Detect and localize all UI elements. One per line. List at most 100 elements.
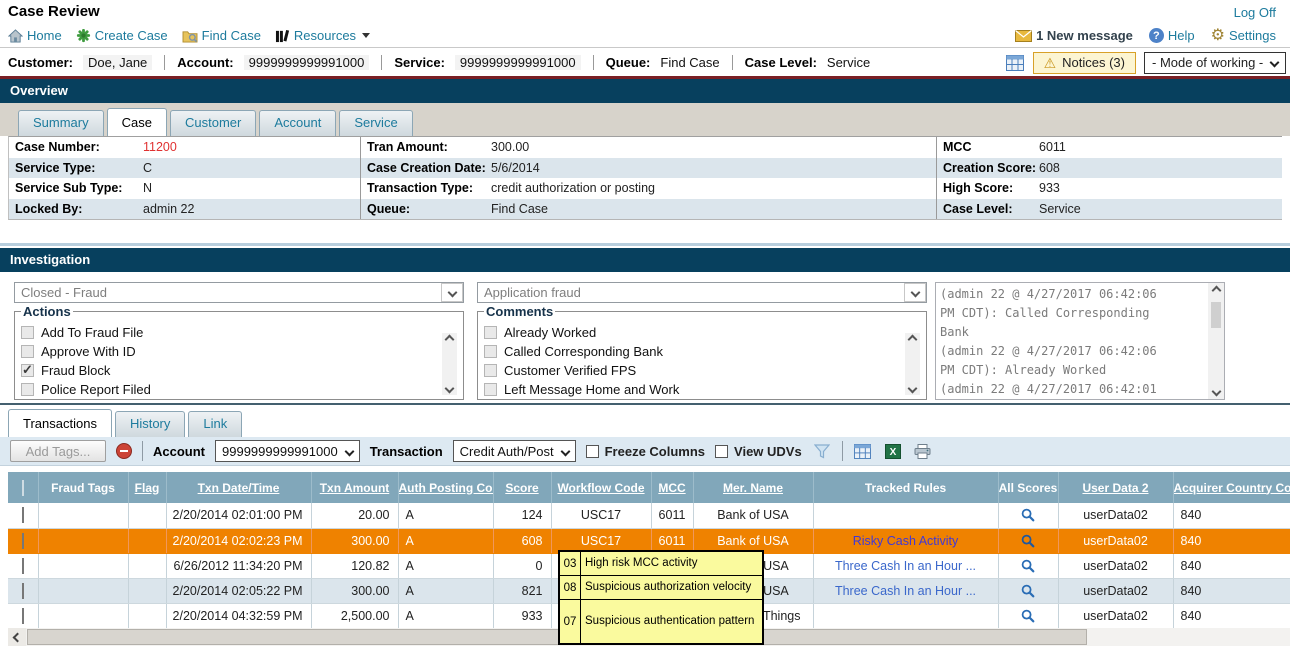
score-cell: 933 <box>493 603 551 628</box>
row-checkbox[interactable] <box>22 533 24 549</box>
magnifier-icon[interactable] <box>1018 606 1038 626</box>
action-item[interactable]: Add To Fraud File <box>21 323 463 342</box>
field-value: 300.00 <box>491 140 529 154</box>
col-acquirer-country-code[interactable]: Acquirer Country Code <box>1173 472 1290 503</box>
nav-find-case[interactable]: Find Case <box>182 28 261 43</box>
remove-tag-icon[interactable] <box>116 443 132 459</box>
scrollbar-thumb[interactable] <box>1211 302 1221 328</box>
magnifier-icon[interactable] <box>1018 581 1038 601</box>
txn-amount-cell: 2,500.00 <box>311 603 398 628</box>
tab-summary[interactable]: Summary <box>18 110 104 136</box>
scrollbar-thumb[interactable] <box>27 629 1087 645</box>
select-all-checkbox[interactable] <box>22 480 24 496</box>
filter-icon[interactable] <box>812 441 832 461</box>
scroll-down-icon[interactable] <box>1211 387 1221 397</box>
tab-account[interactable]: Account <box>259 110 336 136</box>
chevron-down-icon <box>910 288 920 298</box>
tab-link[interactable]: Link <box>188 411 242 437</box>
row-checkbox[interactable] <box>22 507 24 523</box>
txn-date-cell: 2/20/2014 04:32:59 PM <box>166 603 311 628</box>
tab-customer[interactable]: Customer <box>170 110 256 136</box>
tracked-rule-link[interactable]: Three Cash In an Hour ... <box>835 559 976 573</box>
checkbox[interactable] <box>586 445 599 458</box>
export-excel-icon[interactable]: X <box>883 441 903 461</box>
comment-item[interactable]: Called Corresponding Bank <box>484 342 926 361</box>
col-workflow-code[interactable]: Workflow Code <box>551 472 651 503</box>
checkbox[interactable] <box>484 364 497 377</box>
grid-panel-icon[interactable] <box>1005 53 1025 73</box>
action-item[interactable]: Approve With ID <box>21 342 463 361</box>
notices-button[interactable]: ⚠ Notices (3) <box>1033 52 1136 74</box>
checkbox[interactable] <box>484 345 497 358</box>
col-txn-date[interactable]: Txn Date/Time <box>166 472 311 503</box>
checkbox[interactable] <box>21 326 34 339</box>
row-checkbox[interactable] <box>22 583 24 599</box>
notes-text[interactable]: (admin 22 @ 4/27/2017 06:42:06 PM CDT): … <box>936 283 1207 399</box>
new-message-link[interactable]: 1 New message <box>1015 28 1133 43</box>
overview-section-header: Overview <box>0 79 1290 103</box>
logoff-link[interactable]: Log Off <box>1234 5 1276 20</box>
transactions-toolbar: Add Tags... Account 9999999999991000 Tra… <box>0 437 1290 466</box>
scroll-down-icon[interactable] <box>908 384 918 394</box>
fraud-tags-cell <box>38 503 128 528</box>
scroll-up-icon[interactable] <box>445 335 455 345</box>
checkbox[interactable] <box>21 383 34 396</box>
scroll-down-icon[interactable] <box>445 384 455 394</box>
checkbox[interactable] <box>21 364 34 377</box>
col-flag[interactable]: Flag <box>128 472 166 503</box>
scroll-left-icon[interactable] <box>8 628 26 646</box>
comment-item[interactable]: Already Worked <box>484 323 926 342</box>
row-checkbox[interactable] <box>22 558 24 574</box>
col-mer-name[interactable]: Mer. Name <box>693 472 813 503</box>
account-select[interactable]: 9999999999991000 <box>215 440 360 462</box>
view-udvs-checkbox[interactable]: View UDVs <box>715 444 802 459</box>
col-mcc[interactable]: MCC <box>651 472 693 503</box>
tracked-rule-link[interactable]: Risky Cash Activity <box>853 534 959 548</box>
row-checkbox[interactable] <box>22 608 24 624</box>
status-select[interactable]: Closed - Fraud <box>14 282 464 303</box>
tab-service[interactable]: Service <box>339 110 412 136</box>
scroll-up-icon[interactable] <box>908 335 918 345</box>
svg-text:X: X <box>889 447 896 458</box>
tracked-rule-link[interactable]: Three Cash In an Hour ... <box>835 584 976 598</box>
checkbox[interactable] <box>21 345 34 358</box>
user-data-2-cell: userData02 <box>1058 503 1173 528</box>
field-label: Transaction Type: <box>367 181 491 195</box>
tab-case[interactable]: Case <box>107 108 167 136</box>
comment-item[interactable]: Left Message Home and Work <box>484 380 926 399</box>
action-item[interactable]: Police Report Filed <box>21 380 463 399</box>
scroll-up-icon[interactable] <box>1211 286 1221 296</box>
checkbox[interactable] <box>484 326 497 339</box>
fraud-type-select[interactable]: Application fraud <box>477 282 927 303</box>
freeze-columns-checkbox[interactable]: Freeze Columns <box>586 444 705 459</box>
print-icon[interactable] <box>913 441 933 461</box>
nav-resources[interactable]: Resources <box>275 28 370 43</box>
nav-help[interactable]: ? Help <box>1149 28 1195 43</box>
comment-item[interactable]: Customer Verified FPS <box>484 361 926 380</box>
field-value: Find Case <box>491 202 548 216</box>
mode-of-working-select[interactable]: - Mode of working - <box>1144 52 1286 74</box>
add-tags-button[interactable]: Add Tags... <box>10 440 106 462</box>
checkbox[interactable] <box>715 445 728 458</box>
magnifier-icon[interactable] <box>1018 556 1038 576</box>
col-user-data-2[interactable]: User Data 2 <box>1058 472 1173 503</box>
tab-transactions[interactable]: Transactions <box>8 409 112 437</box>
magnifier-icon[interactable] <box>1018 505 1038 525</box>
comments-scrollbar[interactable] <box>905 333 920 395</box>
actions-scrollbar[interactable] <box>442 333 457 395</box>
notes-scrollbar[interactable] <box>1208 283 1224 399</box>
col-score[interactable]: Score <box>493 472 551 503</box>
nav-create-case[interactable]: Create Case <box>76 28 168 43</box>
grid-view-icon[interactable] <box>853 441 873 461</box>
action-item[interactable]: Fraud Block <box>21 361 463 380</box>
flag-cell <box>128 528 166 553</box>
transaction-select[interactable]: Credit Auth/Post <box>453 440 576 462</box>
tab-history[interactable]: History <box>115 411 185 437</box>
nav-home[interactable]: Home <box>8 28 62 43</box>
col-txn-amount[interactable]: Txn Amount <box>311 472 398 503</box>
checkbox[interactable] <box>484 383 497 396</box>
col-auth-posting-code[interactable]: Auth Posting Code <box>398 472 493 503</box>
tooltip-row: 07 Suspicious authentication pattern <box>560 600 762 643</box>
nav-settings[interactable]: ⚙ Settings <box>1211 28 1276 44</box>
magnifier-icon[interactable] <box>1018 531 1038 551</box>
